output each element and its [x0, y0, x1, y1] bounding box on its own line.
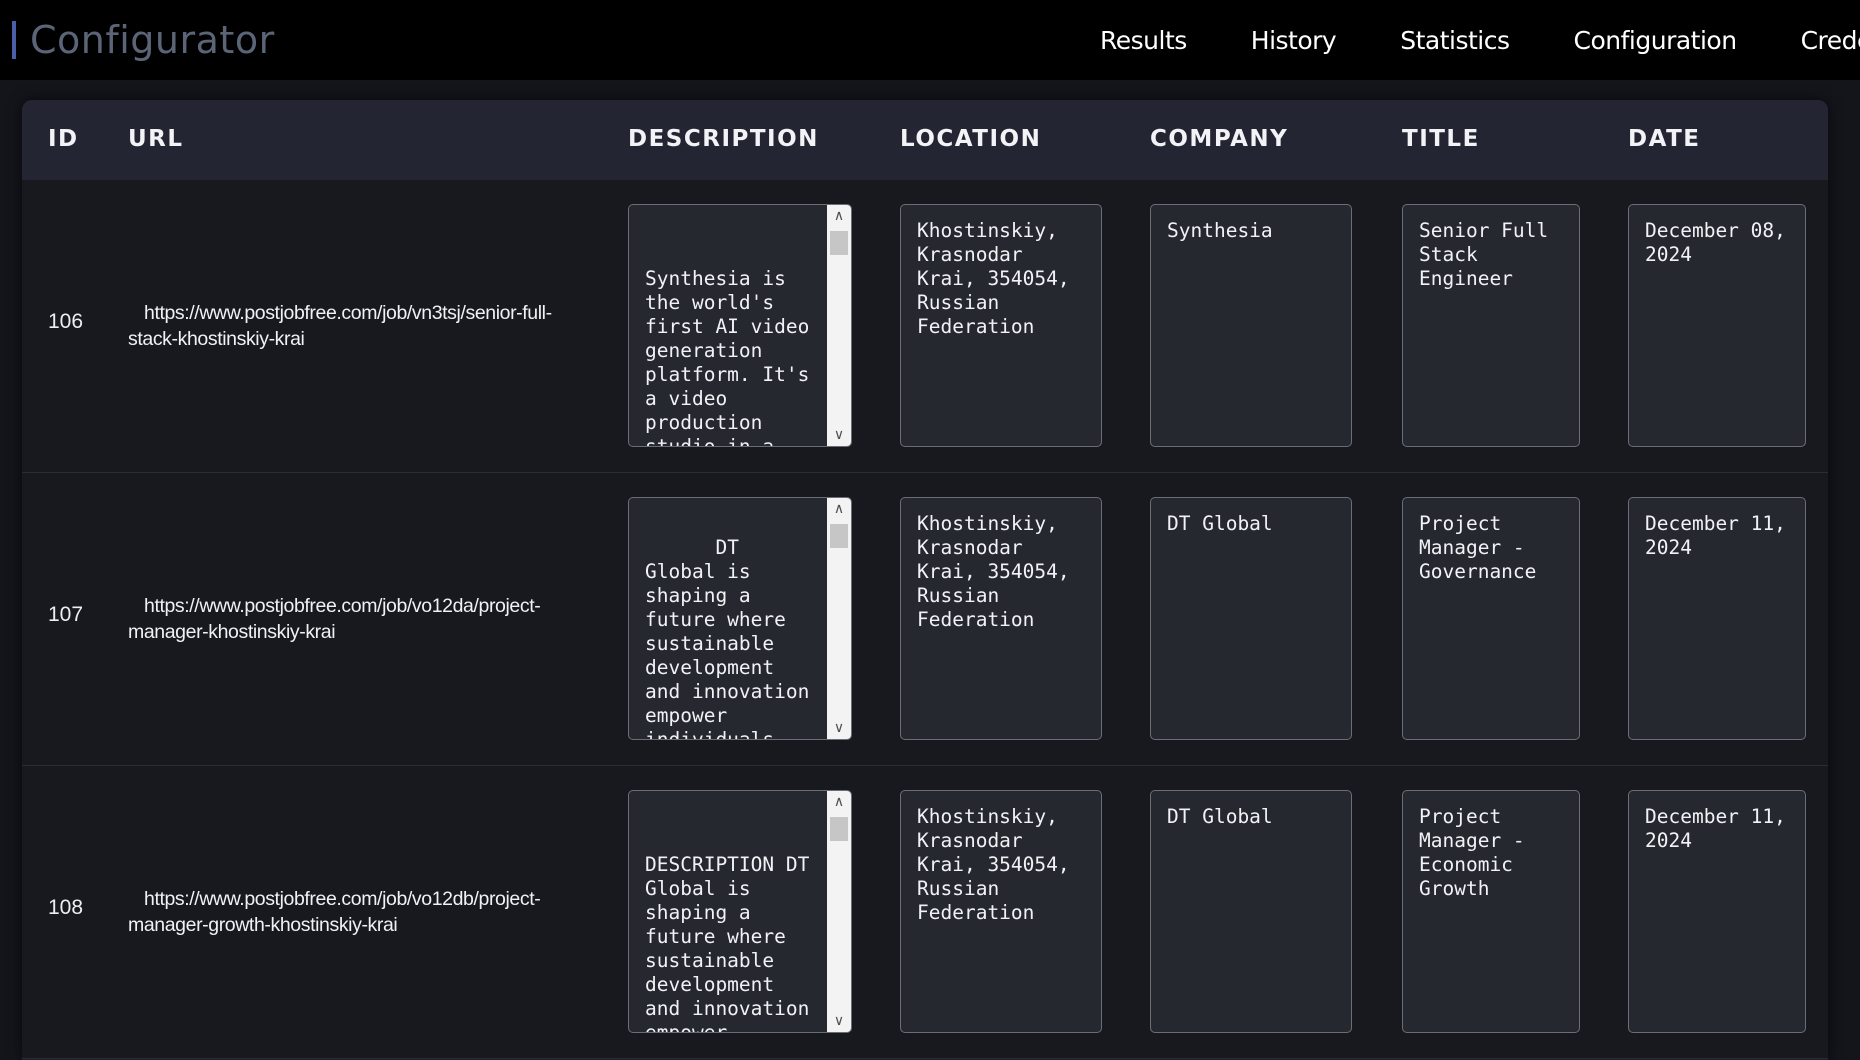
- row-id: 106: [48, 310, 84, 333]
- scroll-down-icon[interactable]: ∨: [827, 717, 851, 739]
- app-title: Configurator: [30, 18, 275, 62]
- nav-history[interactable]: History: [1251, 26, 1337, 55]
- location-field[interactable]: Khostinskiy, Krasnodar Krai, 354054, Rus…: [900, 204, 1102, 447]
- top-navbar: Configurator Results History Statistics …: [0, 0, 1860, 80]
- row-url: https://www.postjobfree.com/job/vo12da/p…: [128, 595, 541, 643]
- table-row: 107 https://www.postjobfree.com/job/vo12…: [22, 473, 1828, 766]
- description-scrollbar[interactable]: ∧ ∨: [827, 205, 851, 446]
- scrollbar-thumb[interactable]: [830, 524, 848, 548]
- date-field[interactable]: December 11, 2024: [1628, 790, 1806, 1033]
- results-table: ID URL DESCRIPTION LOCATION COMPANY TITL…: [22, 100, 1828, 1060]
- description-scrollbar[interactable]: ∧ ∨: [827, 791, 851, 1032]
- row-url: https://www.postjobfree.com/job/vn3tsj/s…: [128, 302, 552, 350]
- title-field[interactable]: Senior Full Stack Engineer: [1402, 204, 1580, 447]
- brand-accent-bar: [12, 21, 16, 59]
- scrollbar-thumb[interactable]: [830, 231, 848, 255]
- company-field[interactable]: DT Global: [1150, 497, 1352, 740]
- scrollbar-thumb[interactable]: [830, 817, 848, 841]
- location-field[interactable]: Khostinskiy, Krasnodar Krai, 354054, Rus…: [900, 790, 1102, 1033]
- row-id: 108: [48, 896, 84, 919]
- title-field[interactable]: Project Manager - Governance: [1402, 497, 1580, 740]
- company-field[interactable]: Synthesia: [1150, 204, 1352, 447]
- row-id: 107: [48, 603, 84, 626]
- scroll-up-icon[interactable]: ∧: [827, 498, 851, 520]
- scroll-down-icon[interactable]: ∨: [827, 424, 851, 446]
- date-field[interactable]: December 11, 2024: [1628, 497, 1806, 740]
- main-nav: Results History Statistics Configuration…: [1100, 0, 1860, 80]
- location-field[interactable]: Khostinskiy, Krasnodar Krai, 354054, Rus…: [900, 497, 1102, 740]
- nav-credentials[interactable]: Credentials: [1801, 26, 1860, 55]
- description-scrollbar[interactable]: ∧ ∨: [827, 498, 851, 739]
- description-textarea[interactable]: Synthesia is the world's first AI video …: [628, 204, 852, 447]
- column-header-title: TITLE: [1402, 126, 1480, 152]
- description-text: DT Global is shaping a future where sust…: [645, 536, 810, 740]
- description-text: Synthesia is the world's first AI video …: [645, 267, 810, 447]
- scroll-up-icon[interactable]: ∧: [827, 205, 851, 227]
- description-text: DESCRIPTION DT Global is shaping a futur…: [645, 853, 810, 1033]
- scroll-down-icon[interactable]: ∨: [827, 1010, 851, 1032]
- column-header-id: ID: [48, 126, 79, 152]
- company-field[interactable]: DT Global: [1150, 790, 1352, 1033]
- description-textarea[interactable]: DESCRIPTION DT Global is shaping a futur…: [628, 790, 852, 1033]
- table-row: 108 https://www.postjobfree.com/job/vo12…: [22, 766, 1828, 1059]
- column-header-url: URL: [128, 126, 184, 152]
- date-field[interactable]: December 08, 2024: [1628, 204, 1806, 447]
- nav-configuration[interactable]: Configuration: [1574, 26, 1738, 55]
- table-header: ID URL DESCRIPTION LOCATION COMPANY TITL…: [22, 100, 1828, 180]
- nav-results[interactable]: Results: [1100, 26, 1187, 55]
- app-brand[interactable]: Configurator: [12, 18, 275, 62]
- scroll-up-icon[interactable]: ∧: [827, 791, 851, 813]
- description-textarea[interactable]: DT Global is shaping a future where sust…: [628, 497, 852, 740]
- nav-statistics[interactable]: Statistics: [1400, 26, 1510, 55]
- table-row: 106 https://www.postjobfree.com/job/vn3t…: [22, 180, 1828, 473]
- column-header-company: COMPANY: [1150, 126, 1289, 152]
- title-field[interactable]: Project Manager - Economic Growth: [1402, 790, 1580, 1033]
- row-url: https://www.postjobfree.com/job/vo12db/p…: [128, 888, 541, 936]
- column-header-description: DESCRIPTION: [628, 126, 819, 152]
- column-header-location: LOCATION: [900, 126, 1042, 152]
- column-header-date: DATE: [1628, 126, 1701, 152]
